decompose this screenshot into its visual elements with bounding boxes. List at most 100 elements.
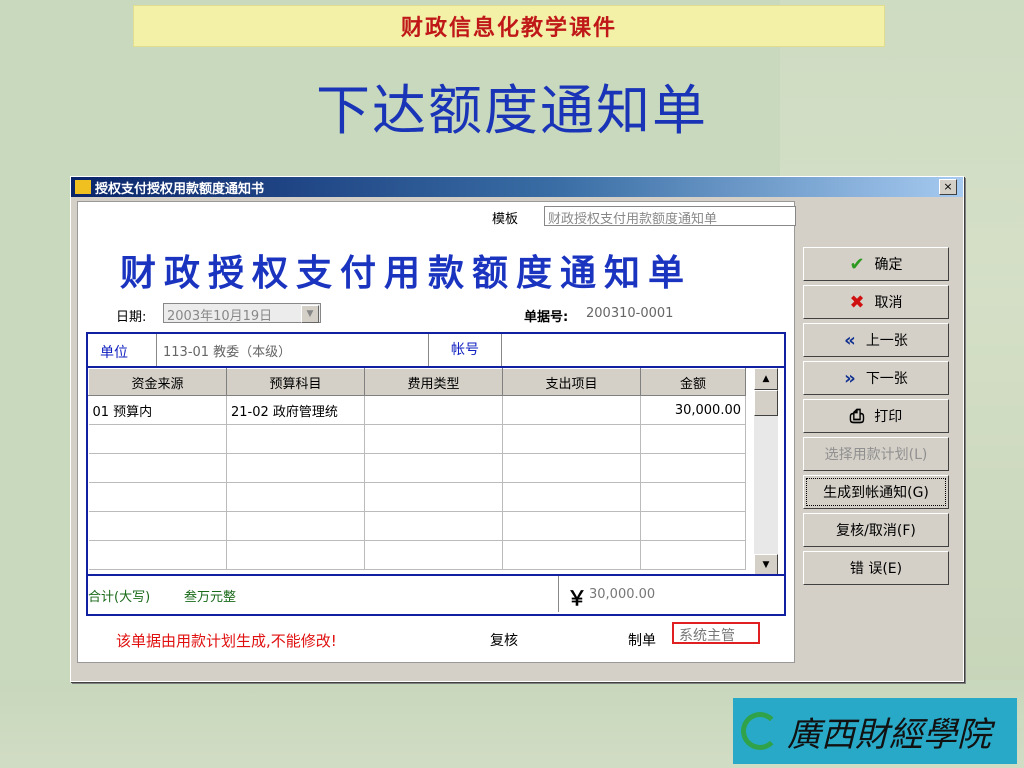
prev-label: 上一张 bbox=[865, 333, 908, 349]
cancel-label: 取消 bbox=[874, 295, 903, 311]
form-title: 财政授权支付用款额度通知单 bbox=[120, 252, 693, 294]
table-cell[interactable] bbox=[364, 453, 503, 483]
scroll-up-icon[interactable]: ▲ bbox=[754, 368, 778, 390]
table-cell[interactable] bbox=[226, 453, 365, 483]
review-label: 复核 bbox=[490, 633, 518, 649]
table-cell[interactable] bbox=[364, 424, 503, 454]
table-cell[interactable]: 21-02 政府管理统 bbox=[226, 395, 365, 425]
table-cell[interactable] bbox=[226, 424, 365, 454]
slide-header-text: 财政信息化教学课件 bbox=[400, 15, 617, 41]
scroll-thumb[interactable] bbox=[754, 390, 778, 416]
table-row[interactable] bbox=[88, 511, 746, 541]
table-row[interactable]: 01 预算内 21-02 政府管理统 30,000.00 bbox=[88, 395, 746, 425]
confirm-label: 确定 bbox=[874, 257, 903, 273]
table-cell[interactable] bbox=[502, 453, 641, 483]
column-header[interactable]: 金额 bbox=[640, 368, 746, 396]
detail-grid-box: 单位 113-01 教委（本级） 帐号 资金来源 预算科目 费用类型 支出项目 … bbox=[86, 332, 786, 616]
template-field[interactable]: 财政授权支付用款额度通知单 bbox=[544, 206, 796, 227]
unit-field[interactable]: 113-01 教委（本级） bbox=[156, 334, 428, 366]
table-row[interactable] bbox=[88, 453, 746, 483]
vertical-scrollbar[interactable]: ▲ ▼ bbox=[754, 368, 778, 576]
next-button[interactable]: » 下一张 bbox=[803, 361, 949, 395]
dialog-window: 授权支付授权用款额度通知书 × 模板 财政授权支付用款额度通知单 财政授权支付用… bbox=[70, 176, 964, 682]
prev-button[interactable]: « 上一张 bbox=[803, 323, 949, 357]
check-icon: ✔ bbox=[849, 253, 865, 275]
table-cell[interactable] bbox=[88, 482, 227, 512]
date-value: 2003年10月19日 bbox=[167, 309, 273, 324]
table-cell[interactable] bbox=[502, 482, 641, 512]
table-row[interactable] bbox=[88, 540, 746, 570]
table-cell[interactable] bbox=[640, 540, 746, 570]
double-chevron-left-icon: « bbox=[844, 329, 856, 351]
table-cell[interactable]: 30,000.00 bbox=[640, 395, 746, 425]
error-button[interactable]: 错 误(E) bbox=[803, 551, 949, 585]
table-row[interactable] bbox=[88, 482, 746, 512]
logo-text: 廣西財經學院 bbox=[787, 714, 991, 755]
docno-label: 单据号: bbox=[524, 310, 569, 325]
table-cell[interactable] bbox=[226, 482, 365, 512]
total-capital: 叁万元整 bbox=[184, 590, 237, 605]
college-logo: 廣西財經學院 bbox=[733, 698, 1017, 764]
table-cell[interactable] bbox=[640, 453, 746, 483]
print-label: 打印 bbox=[874, 409, 903, 425]
maker-field[interactable]: 系统主管 bbox=[672, 622, 760, 644]
total-amount: 30,000.00 bbox=[589, 587, 656, 602]
close-button[interactable]: × bbox=[939, 179, 957, 195]
notice-form: 模板 财政授权支付用款额度通知单 财政授权支付用款额度通知单 日期: 2003年… bbox=[77, 201, 796, 663]
next-label: 下一张 bbox=[865, 371, 908, 387]
table-cell[interactable] bbox=[640, 424, 746, 454]
table-cell[interactable] bbox=[502, 424, 641, 454]
column-header[interactable]: 预算科目 bbox=[226, 368, 365, 396]
window-titlebar[interactable]: 授权支付授权用款额度通知书 bbox=[71, 177, 963, 197]
double-chevron-right-icon: » bbox=[844, 367, 856, 389]
total-label: 合计(大写) bbox=[88, 590, 151, 605]
detail-table: 资金来源 预算科目 费用类型 支出项目 金额 01 预算内 21-02 政府管理… bbox=[88, 368, 746, 570]
account-label: 帐号 bbox=[428, 334, 502, 366]
table-row[interactable] bbox=[88, 424, 746, 454]
column-header[interactable]: 资金来源 bbox=[88, 368, 227, 396]
confirm-button[interactable]: ✔ 确定 bbox=[803, 247, 949, 281]
select-plan-button[interactable]: 选择用款计划(L) bbox=[803, 437, 949, 471]
table-cell[interactable] bbox=[502, 395, 641, 425]
table-cell[interactable] bbox=[502, 511, 641, 541]
cancel-button[interactable]: ✖ 取消 bbox=[803, 285, 949, 319]
table-cell[interactable] bbox=[364, 482, 503, 512]
table-cell[interactable] bbox=[364, 511, 503, 541]
unit-row: 单位 113-01 教委（本级） 帐号 bbox=[88, 334, 784, 368]
date-label: 日期: bbox=[116, 310, 147, 325]
total-amount-cell: ￥ 30,000.00 bbox=[558, 576, 785, 612]
column-header[interactable]: 费用类型 bbox=[364, 368, 503, 396]
column-header[interactable]: 支出项目 bbox=[502, 368, 641, 396]
slide-header: 财政信息化教学课件 bbox=[133, 5, 885, 47]
unit-label: 单位 bbox=[100, 345, 128, 361]
cross-icon: ✖ bbox=[849, 291, 865, 313]
maker-label: 制单 bbox=[628, 633, 656, 649]
table-cell[interactable] bbox=[226, 540, 365, 570]
table-cell[interactable] bbox=[364, 540, 503, 570]
table-cell[interactable] bbox=[502, 540, 641, 570]
slide-title: 下达额度通知单 bbox=[316, 79, 708, 142]
printer-icon: ⎙ bbox=[849, 405, 865, 427]
review-cancel-button[interactable]: 复核/取消(F) bbox=[803, 513, 949, 547]
table-cell[interactable] bbox=[88, 453, 227, 483]
table-cell[interactable] bbox=[364, 395, 503, 425]
chevron-down-icon[interactable]: ▼ bbox=[301, 305, 319, 323]
app-icon bbox=[75, 180, 91, 194]
scroll-down-icon[interactable]: ▼ bbox=[754, 554, 778, 576]
print-button[interactable]: ⎙ 打印 bbox=[803, 399, 949, 433]
generate-notice-button[interactable]: 生成到帐通知(G) bbox=[803, 475, 949, 509]
total-row: 合计(大写) 叁万元整 ￥ 30,000.00 bbox=[88, 574, 784, 612]
table-cell[interactable]: 01 预算内 bbox=[88, 395, 227, 425]
template-label: 模板 bbox=[492, 212, 519, 227]
account-field[interactable] bbox=[502, 334, 782, 366]
table-cell[interactable] bbox=[88, 511, 227, 541]
table-cell[interactable] bbox=[640, 482, 746, 512]
logo-swirl-icon bbox=[741, 712, 779, 750]
date-picker[interactable]: 2003年10月19日 ▼ bbox=[163, 303, 321, 324]
table-cell[interactable] bbox=[88, 540, 227, 570]
table-cell[interactable] bbox=[88, 424, 227, 454]
scroll-track[interactable] bbox=[754, 416, 778, 554]
table-cell[interactable] bbox=[640, 511, 746, 541]
action-buttons: ✔ 确定 ✖ 取消 « 上一张 » 下一张 ⎙ 打印 选择用款计划(L) 生成到… bbox=[803, 247, 949, 589]
table-cell[interactable] bbox=[226, 511, 365, 541]
